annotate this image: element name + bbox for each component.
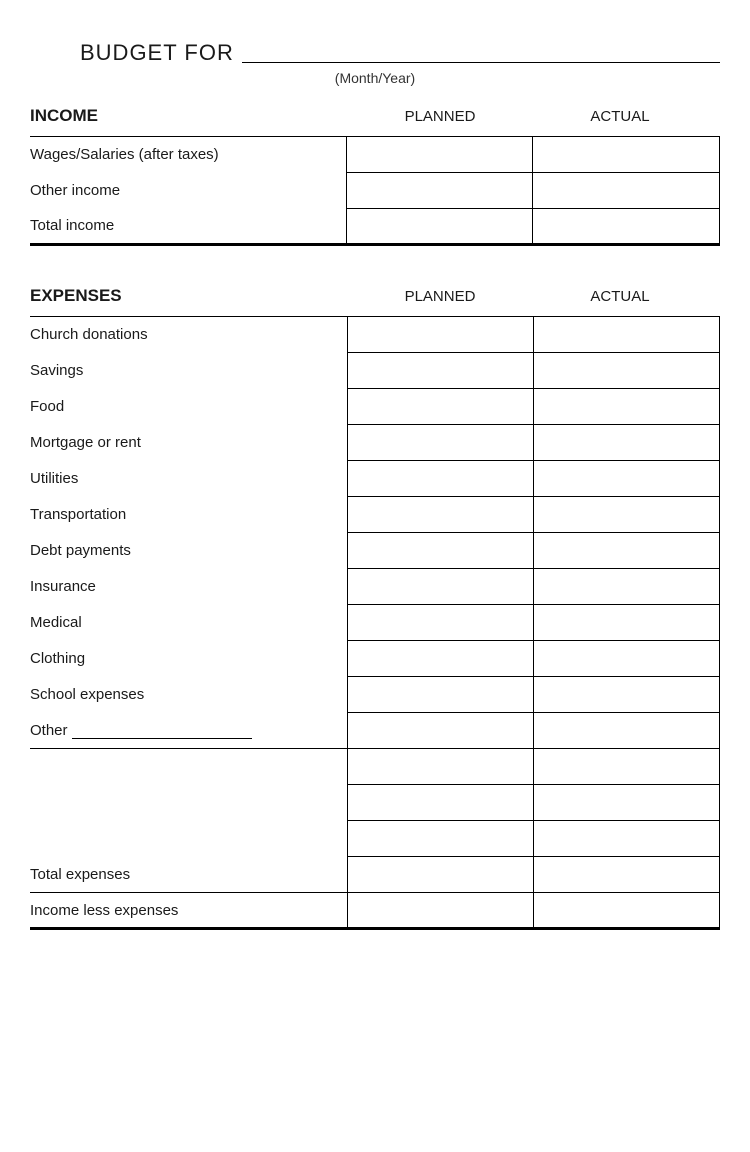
month-year-label: (Month/Year) <box>30 70 720 86</box>
extra-label-2 <box>30 785 347 821</box>
total-income-actual[interactable] <box>533 209 720 245</box>
table-row: Utilities <box>30 461 720 497</box>
savings-label: Savings <box>30 353 347 389</box>
other-label: Other <box>30 713 347 749</box>
table-row <box>30 821 720 857</box>
savings-planned[interactable] <box>347 353 533 389</box>
table-row: School expenses <box>30 677 720 713</box>
table-row <box>30 749 720 785</box>
utilities-actual[interactable] <box>533 461 719 497</box>
mortgage-label: Mortgage or rent <box>30 425 347 461</box>
utilities-planned[interactable] <box>347 461 533 497</box>
total-expenses-actual[interactable] <box>533 857 719 893</box>
school-label: School expenses <box>30 677 347 713</box>
income-planned-header: PLANNED <box>350 108 530 125</box>
other-underline <box>72 738 252 739</box>
extra-label-3 <box>30 821 347 857</box>
insurance-planned[interactable] <box>347 569 533 605</box>
table-row: Insurance <box>30 569 720 605</box>
extra-planned-3[interactable] <box>347 821 533 857</box>
transportation-actual[interactable] <box>533 497 719 533</box>
income-less-actual[interactable] <box>533 893 719 929</box>
extra-actual-1[interactable] <box>533 749 719 785</box>
expenses-section-label: EXPENSES <box>30 286 350 306</box>
food-planned[interactable] <box>347 389 533 425</box>
clothing-planned[interactable] <box>347 641 533 677</box>
income-less-planned[interactable] <box>347 893 533 929</box>
other-income-actual[interactable] <box>533 173 720 209</box>
extra-actual-3[interactable] <box>533 821 719 857</box>
other-actual[interactable] <box>533 713 719 749</box>
clothing-actual[interactable] <box>533 641 719 677</box>
expenses-table: Church donations Savings Food Mortgage o… <box>30 316 720 930</box>
income-section-label: INCOME <box>30 106 350 126</box>
budget-title: BUDGET FOR <box>30 40 720 66</box>
food-label: Food <box>30 389 347 425</box>
total-income-planned[interactable] <box>346 209 533 245</box>
section-gap <box>30 266 720 286</box>
extra-actual-2[interactable] <box>533 785 719 821</box>
extra-label-1 <box>30 749 347 785</box>
savings-actual[interactable] <box>533 353 719 389</box>
debt-label: Debt payments <box>30 533 347 569</box>
wages-actual[interactable] <box>533 137 720 173</box>
other-planned[interactable] <box>347 713 533 749</box>
income-header: INCOME PLANNED ACTUAL <box>30 106 720 126</box>
table-row: Total expenses <box>30 857 720 893</box>
budget-title-text: BUDGET FOR <box>80 40 234 66</box>
table-row: Wages/Salaries (after taxes) <box>30 137 720 173</box>
table-row: Food <box>30 389 720 425</box>
table-row: Medical <box>30 605 720 641</box>
total-expenses-label: Total expenses <box>30 857 347 893</box>
insurance-actual[interactable] <box>533 569 719 605</box>
title-underline <box>242 62 720 63</box>
table-row: Other income <box>30 173 720 209</box>
church-label: Church donations <box>30 317 347 353</box>
insurance-label: Insurance <box>30 569 347 605</box>
medical-actual[interactable] <box>533 605 719 641</box>
school-actual[interactable] <box>533 677 719 713</box>
extra-planned-2[interactable] <box>347 785 533 821</box>
wages-planned[interactable] <box>346 137 533 173</box>
table-row: Income less expenses <box>30 893 720 929</box>
expenses-planned-header: PLANNED <box>350 288 530 305</box>
transportation-planned[interactable] <box>347 497 533 533</box>
table-row <box>30 785 720 821</box>
utilities-label: Utilities <box>30 461 347 497</box>
other-income-planned[interactable] <box>346 173 533 209</box>
total-income-label: Total income <box>30 209 346 245</box>
medical-label: Medical <box>30 605 347 641</box>
total-expenses-planned[interactable] <box>347 857 533 893</box>
food-actual[interactable] <box>533 389 719 425</box>
table-row: Mortgage or rent <box>30 425 720 461</box>
income-table: Wages/Salaries (after taxes) Other incom… <box>30 136 720 246</box>
table-row: Transportation <box>30 497 720 533</box>
debt-actual[interactable] <box>533 533 719 569</box>
table-row: Clothing <box>30 641 720 677</box>
table-row: Debt payments <box>30 533 720 569</box>
table-row: Church donations <box>30 317 720 353</box>
expenses-actual-header: ACTUAL <box>530 288 710 305</box>
table-row: Total income <box>30 209 720 245</box>
church-planned[interactable] <box>347 317 533 353</box>
table-row: Other <box>30 713 720 749</box>
income-actual-header: ACTUAL <box>530 108 710 125</box>
school-planned[interactable] <box>347 677 533 713</box>
other-income-label: Other income <box>30 173 346 209</box>
wages-label: Wages/Salaries (after taxes) <box>30 137 346 173</box>
extra-planned-1[interactable] <box>347 749 533 785</box>
church-actual[interactable] <box>533 317 719 353</box>
medical-planned[interactable] <box>347 605 533 641</box>
income-less-label: Income less expenses <box>30 893 347 929</box>
table-row: Savings <box>30 353 720 389</box>
debt-planned[interactable] <box>347 533 533 569</box>
expenses-header: EXPENSES PLANNED ACTUAL <box>30 286 720 306</box>
transportation-label: Transportation <box>30 497 347 533</box>
mortgage-actual[interactable] <box>533 425 719 461</box>
mortgage-planned[interactable] <box>347 425 533 461</box>
clothing-label: Clothing <box>30 641 347 677</box>
